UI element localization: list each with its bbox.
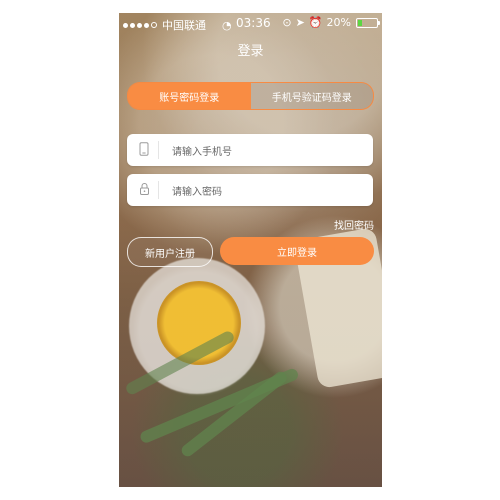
carrier-name: 中国联通 bbox=[162, 19, 206, 32]
clock: 03:36 bbox=[236, 16, 271, 30]
lock-icon bbox=[137, 182, 151, 196]
page-title: 登录 bbox=[237, 44, 264, 59]
signal-strength-icon bbox=[130, 22, 135, 28]
battery-percent: 20% bbox=[326, 16, 351, 29]
field-divider bbox=[158, 181, 159, 199]
wifi-icon: ◔ bbox=[222, 18, 232, 32]
password-input[interactable]: 请输入密码 bbox=[127, 174, 373, 206]
phone-placeholder: 请输入手机号 bbox=[172, 147, 232, 158]
forgot-password-link[interactable]: 找回密码 bbox=[334, 217, 374, 232]
login-button[interactable]: 立即登录 bbox=[220, 237, 374, 265]
field-divider bbox=[158, 141, 159, 159]
battery-icon bbox=[356, 17, 380, 28]
phone-icon bbox=[137, 142, 151, 156]
register-label: 新用户注册 bbox=[145, 248, 195, 260]
tab-sms-code[interactable]: 手机号验证码登录 bbox=[250, 83, 373, 109]
status-bar: 中国联通 ◔ 03:36 ⊙ ➤ ⏰ 20% bbox=[119, 13, 382, 33]
status-right: ⊙ ➤ ⏰ 20% bbox=[282, 16, 380, 29]
location-icon: ➤ bbox=[295, 16, 305, 29]
register-button[interactable]: 新用户注册 bbox=[127, 237, 213, 267]
app-screen: 中国联通 ◔ 03:36 ⊙ ➤ ⏰ 20% 登录 账号密码登录 手机号验证码登… bbox=[119, 13, 382, 487]
tab-label: 账号密码登录 bbox=[159, 92, 220, 104]
phone-number-input[interactable]: 请输入手机号 bbox=[127, 134, 373, 166]
alarm-icon: ⏰ bbox=[308, 16, 323, 29]
login-label: 立即登录 bbox=[277, 247, 317, 259]
tab-account-password[interactable]: 账号密码登录 bbox=[128, 83, 251, 109]
battery-level bbox=[358, 19, 362, 26]
rotation-lock-icon: ⊙ bbox=[282, 16, 292, 29]
signal-strength-icon bbox=[137, 22, 142, 28]
status-left: 中国联通 ◔ bbox=[123, 17, 232, 33]
signal-strength-icon bbox=[151, 22, 157, 28]
tab-label: 手机号验证码登录 bbox=[271, 92, 352, 104]
password-placeholder: 请输入密码 bbox=[172, 187, 222, 198]
login-mode-tabs: 账号密码登录 手机号验证码登录 bbox=[127, 82, 374, 110]
signal-strength-icon bbox=[123, 22, 128, 28]
signal-strength-icon bbox=[144, 22, 149, 28]
